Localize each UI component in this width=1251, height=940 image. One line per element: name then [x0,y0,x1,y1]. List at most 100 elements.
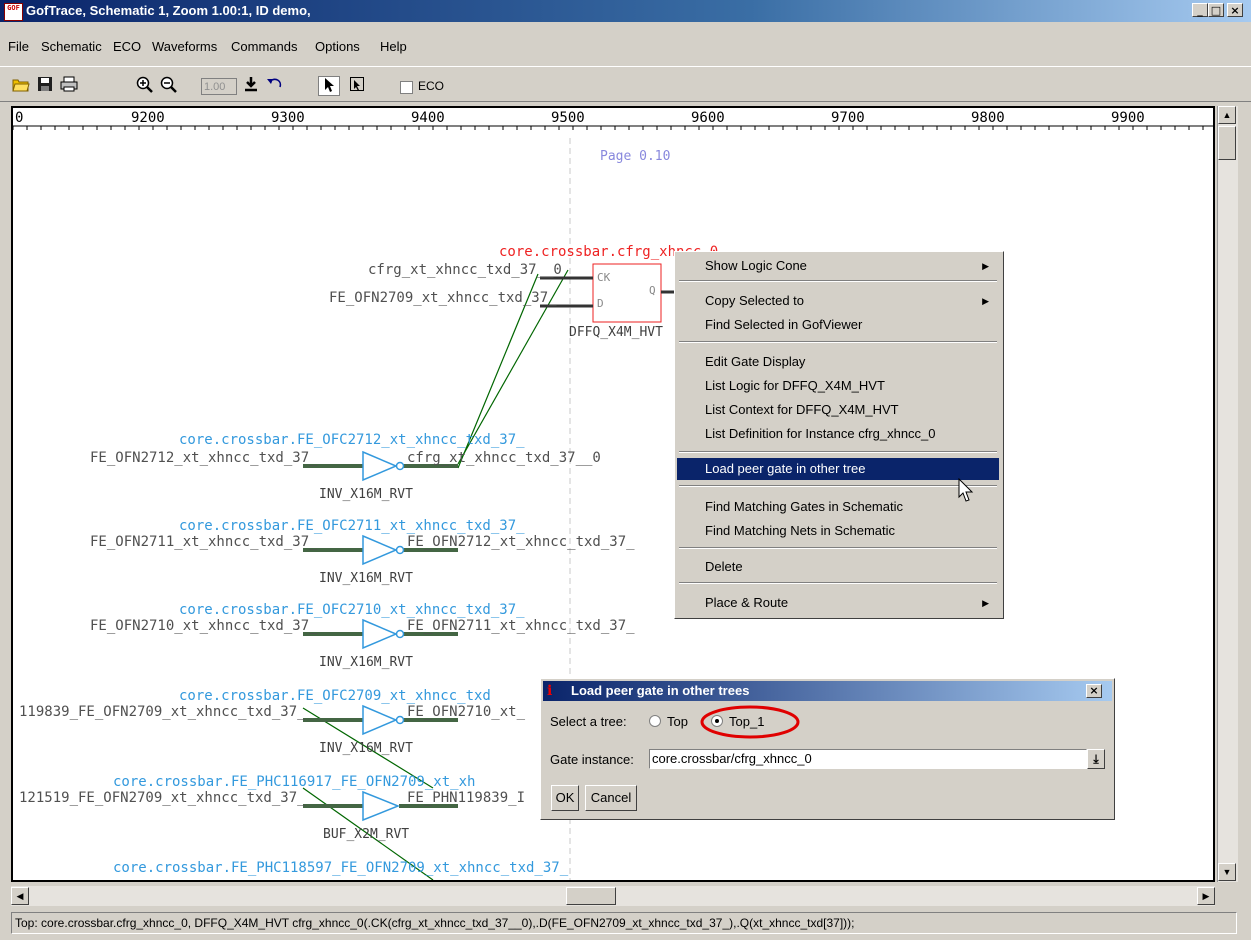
gate-instance-dropdown-button[interactable]: ⤓ [1087,749,1105,769]
close-button[interactable]: × [1227,3,1243,17]
gate-instance-input[interactable]: core.crossbar/cfrg_xhncc_0 [649,749,1087,769]
ok-button[interactable]: OK [551,785,579,811]
menu-list-logic[interactable]: List Logic for DFFQ_X4M_HVT [677,375,999,397]
ruler-label: 9400 [411,110,445,126]
ruler-label: 9900 [1111,110,1145,126]
ruler-label: 9200 [131,110,165,126]
select-window-icon[interactable] [346,76,368,96]
eco-checkbox[interactable] [400,81,413,94]
gate-cell-label: INV_X16M_RVT [319,655,413,670]
zoom-apply-icon[interactable] [240,76,262,96]
select-tree-label: Select a tree: [550,714,627,729]
menu-item-label: Find Matching Nets in Schematic [705,523,896,538]
menu-item-label: Show Logic Cone [705,258,807,273]
gate-input-net-label: FE_OFN2711_xt_xhncc_txd_37_ [90,534,318,550]
menu-waveforms[interactable]: Waveforms [152,39,217,54]
menu-options[interactable]: Options [315,39,360,54]
gate-instance-label: core.crossbar.FE_OFC2712_xt_xhncc_txd_37… [179,432,525,448]
cancel-button[interactable]: Cancel [585,785,637,811]
menu-separator [679,485,997,487]
dialog-close-button[interactable]: × [1086,684,1102,698]
menu-copy-selected-to[interactable]: Copy Selected to ▶ [677,290,999,312]
menu-separator [679,547,997,549]
menu-file[interactable]: File [8,39,29,54]
scroll-corner [1217,886,1237,906]
dialog-title: Load peer gate in other trees [571,683,750,698]
menu-list-definition[interactable]: List Definition for Instance cfrg_xhncc_… [677,423,999,445]
maximize-button[interactable]: □ [1208,3,1224,17]
submenu-arrow-icon: ▶ [982,296,989,306]
menu-item-label: Load peer gate in other tree [705,461,866,476]
dff-d-net-label: FE_OFN2709_xt_xhncc_txd_37_ [329,290,557,306]
select-pointer-icon[interactable] [318,76,340,96]
menu-commands[interactable]: Commands [231,39,297,54]
gate-cell-label: INV_X16M_RVT [319,741,413,756]
menu-item-label: List Definition for Instance cfrg_xhncc_… [705,426,936,441]
horizontal-scrollbar[interactable]: ◀ ▶ [11,886,1215,906]
gate-input-net-label: FE_OFN2712_xt_xhncc_txd_37_ [90,450,318,466]
print-icon[interactable] [58,76,80,96]
menu-find-matching-gates[interactable]: Find Matching Gates in Schematic [677,496,999,518]
menu-find-matching-nets[interactable]: Find Matching Nets in Schematic [677,520,999,542]
title-bar[interactable]: GOF GofTrace, Schematic 1, Zoom 1.00:1, … [0,0,1251,22]
gate-output-net-label: FE_OFN2711_xt_xhncc_txd_37_ [407,618,635,634]
menu-eco[interactable]: ECO [113,39,141,54]
gate-instance-label: core.crossbar.FE_OFC2709_xt_xhncc_txd [179,688,491,704]
menu-load-peer-gate[interactable]: Load peer gate in other tree [677,458,999,480]
app-icon: GOF [4,3,23,21]
dialog-title-bar[interactable]: i Load peer gate in other trees × [543,681,1112,701]
menu-edit-gate-display[interactable]: Edit Gate Display [677,351,999,373]
gate-output-net-label: cfrg_xt_xhncc_txd_37__0 [407,450,601,466]
menu-show-logic-cone[interactable]: Show Logic Cone ▶ [677,255,999,277]
ruler-label: 9700 [831,110,865,126]
menu-item-label: Edit Gate Display [705,354,806,369]
menu-delete[interactable]: Delete [677,556,999,578]
zoom-field[interactable]: 1.00 [201,78,237,95]
info-icon: i [547,683,553,699]
horizontal-scroll-thumb[interactable] [566,887,616,905]
menu-separator [679,582,997,584]
menu-list-context[interactable]: List Context for DFFQ_X4M_HVT [677,399,999,421]
load-peer-gate-dialog: i Load peer gate in other trees × Select… [540,678,1115,820]
eco-label: ECO [418,79,445,93]
menu-find-selected-in-gofviewer[interactable]: Find Selected in GofViewer [677,314,999,336]
vertical-scrollbar[interactable]: ▲ ▼ [1217,106,1238,882]
zoom-out-icon[interactable] [158,76,180,96]
ruler-label: 9600 [691,110,725,126]
zoom-in-icon[interactable] [134,76,156,96]
menu-separator [679,451,997,453]
toolbar [0,66,1251,102]
menu-schematic[interactable]: Schematic [41,39,102,54]
ruler-origin-label: 0 [15,110,23,126]
scroll-down-button[interactable]: ▼ [1218,863,1236,881]
menu-item-label: Place & Route [705,595,789,610]
gate-instance-label: core.crossbar.FE_OFC2711_xt_xhncc_txd_37… [179,518,525,534]
scroll-up-button[interactable]: ▲ [1218,106,1236,124]
scroll-right-button[interactable]: ▶ [1197,887,1215,905]
ruler-label: 9500 [551,110,585,126]
menu-bar: File Schematic ECO Waveforms Commands Op… [0,36,1251,56]
menu-place-and-route[interactable]: Place & Route ▶ [677,592,999,614]
gate-instance-label: core.crossbar.FE_PHC116917_FE_OFN2709_xt… [113,774,475,790]
minimize-button[interactable]: _ [1192,3,1208,17]
gate-cell-label: INV_X16M_RVT [319,487,413,502]
submenu-arrow-icon: ▶ [982,261,989,271]
vertical-scroll-thumb[interactable] [1218,126,1236,160]
menu-help[interactable]: Help [380,39,407,54]
gate-cell-label: BUF_X2M_RVT [323,827,409,842]
mouse-cursor-icon [958,478,974,502]
gate-cell-label: INV_X16M_RVT [319,571,413,586]
menu-item-label: List Logic for DFFQ_X4M_HVT [705,378,885,393]
menu-item-label: Copy Selected to [705,293,805,308]
save-icon[interactable] [34,76,56,96]
pin-ck-label: CK [597,271,611,284]
undo-icon[interactable] [264,76,286,96]
radio-top[interactable] [649,715,661,727]
gate-output-net-label: FE_PHN119839_I [407,790,525,806]
scroll-left-button[interactable]: ◀ [11,887,29,905]
gate-output-net-label: FE_OFN2712_xt_xhncc_txd_37_ [407,534,635,550]
gate-output-net-label: FE_OFN2710_xt_ [407,704,526,720]
pin-d-label: D [597,297,604,310]
open-icon[interactable] [10,76,32,96]
submenu-arrow-icon: ▶ [982,598,989,608]
